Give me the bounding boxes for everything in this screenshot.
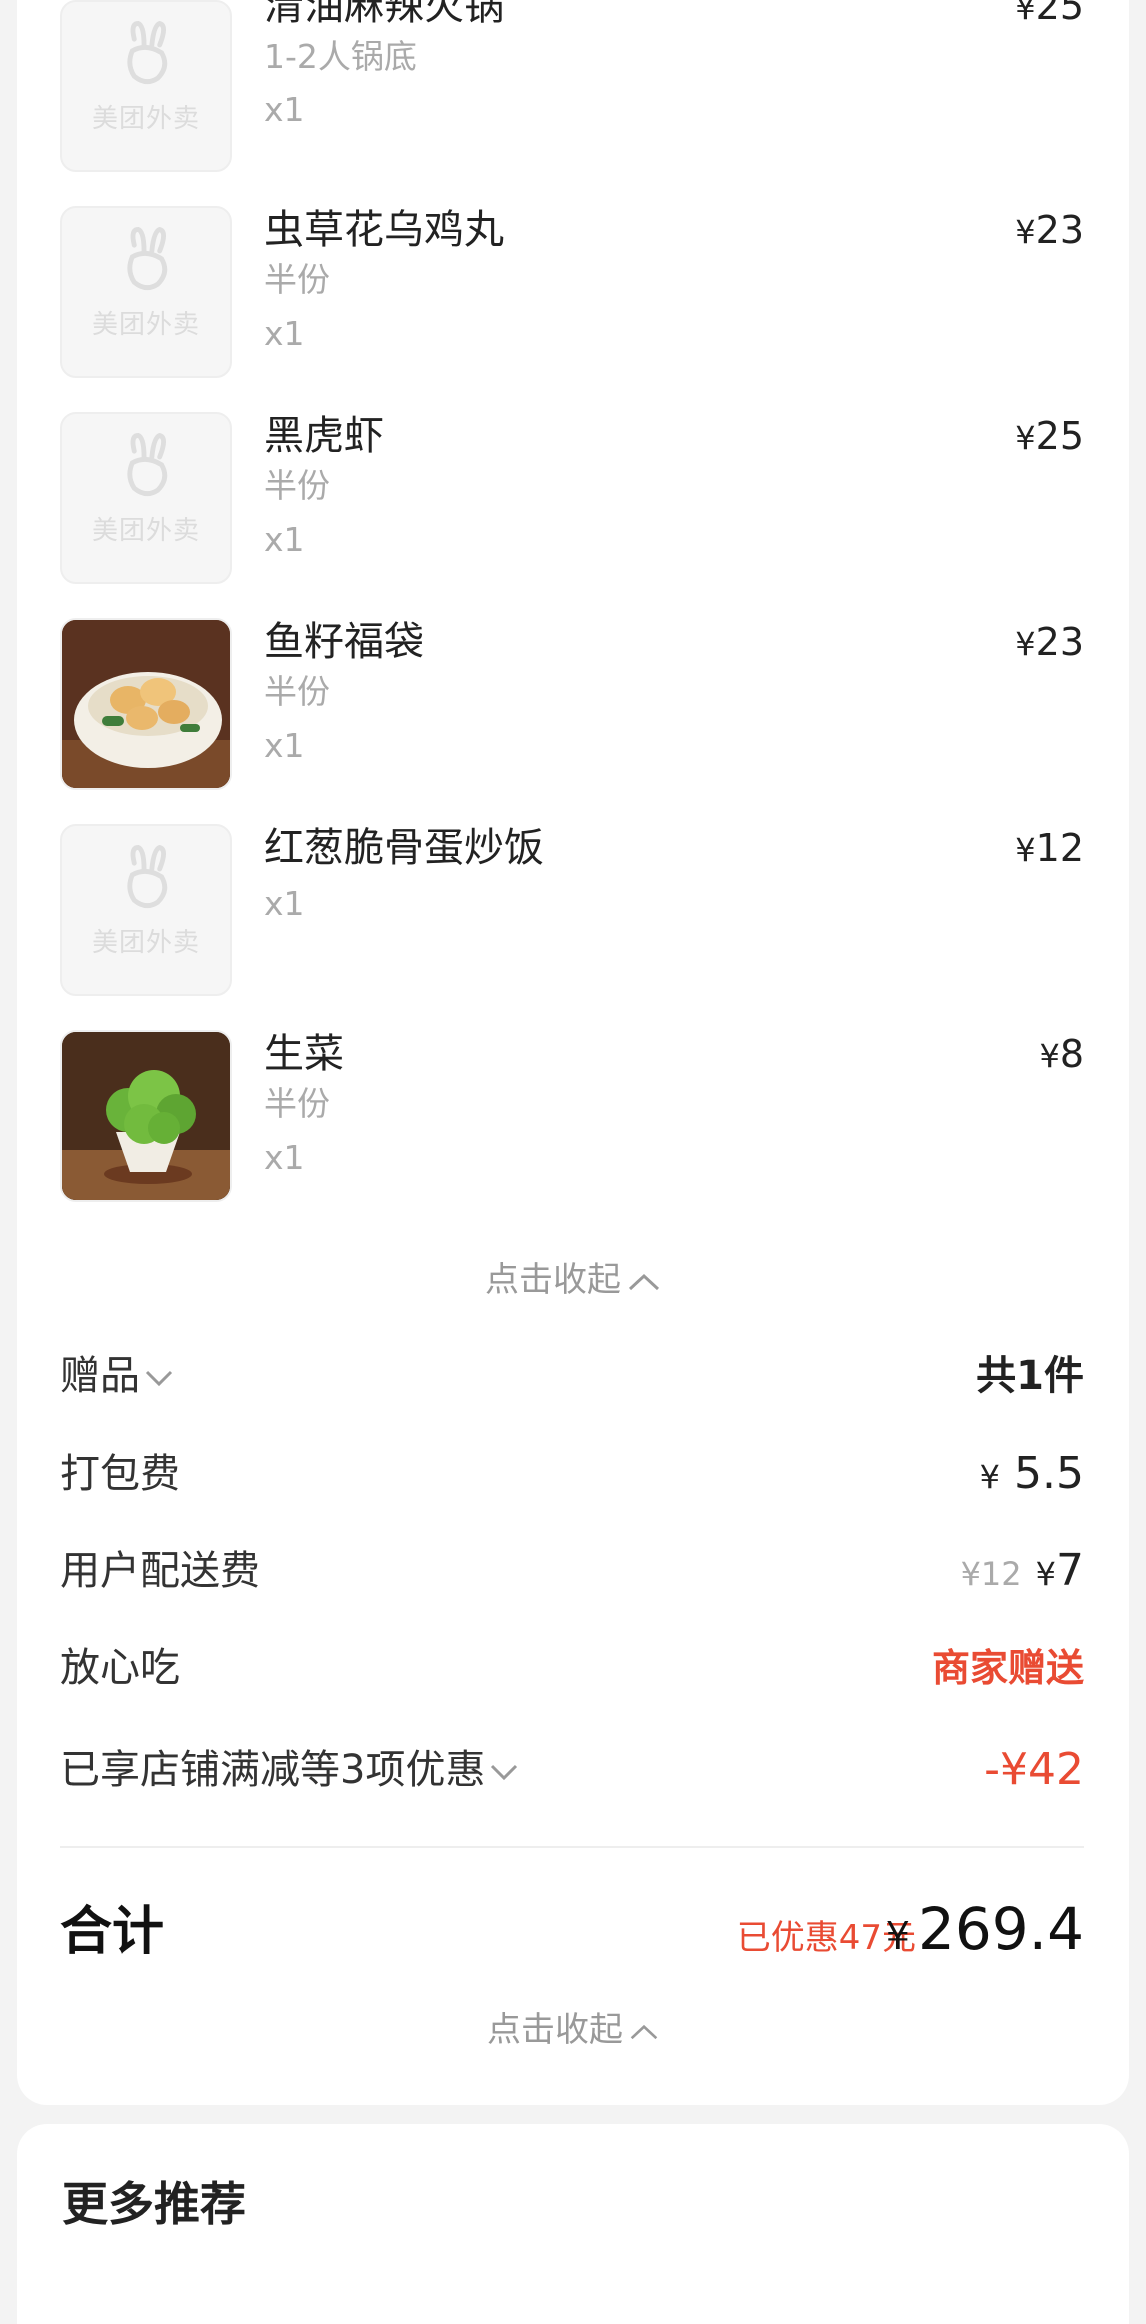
lettuce-cup-image — [62, 1032, 230, 1200]
item-image-placeholder: 美团外卖 — [60, 206, 232, 378]
meituan-rabbit-icon — [127, 432, 168, 497]
collapse-label: 点击收起 — [487, 2010, 623, 2050]
item-price: ¥23 — [1015, 208, 1084, 252]
packing-fee-value: ¥ 5.5 — [979, 1448, 1084, 1499]
item-price: ¥25 — [1015, 414, 1084, 458]
meituan-rabbit-icon — [127, 226, 168, 291]
chevron-up-icon — [630, 2024, 658, 2039]
delivery-fee-label: 用户配送费 — [60, 1548, 260, 1594]
placeholder-label: 美团外卖 — [91, 104, 200, 134]
gift-label: 赠品 — [60, 1346, 174, 1406]
collapse-details-button[interactable]: 点击收起 — [0, 2002, 1146, 2051]
meituan-rabbit-icon — [127, 20, 168, 85]
divider — [60, 1846, 1084, 1848]
collapse-label: 点击收起 — [485, 1260, 621, 1300]
item-name: 清油麻辣火锅 — [264, 0, 504, 29]
meituan-rabbit-icon — [127, 844, 168, 909]
worry-free-value: 商家赠送 — [931, 1646, 1084, 1690]
placeholder-label: 美团外卖 — [91, 310, 200, 340]
dumpling-bowl-image — [62, 620, 230, 788]
delivery-fee-row: 用户配送费 ¥12 ¥7 — [60, 1541, 1084, 1601]
item-name: 虫草花乌鸡丸 — [264, 207, 504, 253]
discount-value: -¥42 — [984, 1744, 1084, 1795]
item-price: ¥23 — [1015, 620, 1084, 664]
packing-fee-label: 打包费 — [60, 1451, 180, 1497]
total-amount: ¥269.4 — [885, 1895, 1084, 1963]
gift-row[interactable]: 赠品 共1件 — [60, 1346, 1084, 1406]
delivery-fee-value: ¥12 ¥7 — [960, 1545, 1084, 1596]
item-name: 鱼籽福袋 — [264, 619, 424, 665]
order-item[interactable]: 美团外卖 红葱脆骨蛋炒饭 x1 ¥12 — [60, 824, 1084, 996]
item-price: ¥25 — [1015, 0, 1084, 28]
gift-count: 共1件 — [976, 1353, 1084, 1399]
placeholder-label: 美团外卖 — [91, 928, 200, 958]
item-quantity: x1 — [264, 520, 305, 559]
item-image-placeholder: 美团外卖 — [60, 412, 232, 584]
chevron-down-icon — [145, 1370, 173, 1387]
order-item[interactable]: 美团外卖 黑虎虾 半份 x1 ¥25 — [60, 412, 1084, 584]
order-item[interactable]: 美团外卖 清油麻辣火锅 1-2人锅底 x1 ¥25 — [60, 0, 1084, 172]
chevron-up-icon — [628, 1273, 660, 1290]
item-price: ¥12 — [1015, 826, 1084, 870]
discount-row[interactable]: 已享店铺满减等3项优惠 -¥42 — [60, 1740, 1084, 1800]
item-quantity: x1 — [264, 884, 305, 923]
item-name: 生菜 — [264, 1031, 344, 1077]
chevron-down-icon — [491, 1764, 518, 1781]
order-item[interactable]: 鱼籽福袋 半份 x1 ¥23 — [60, 618, 1084, 790]
worry-free-label: 放心吃 — [60, 1645, 180, 1691]
item-spec: 半份 — [264, 1084, 330, 1123]
total-label: 合计 — [60, 1902, 165, 1962]
item-spec: 半份 — [264, 672, 330, 711]
item-photo — [60, 1030, 232, 1202]
item-quantity: x1 — [264, 314, 305, 353]
collapse-items-button[interactable]: 点击收起 — [0, 1252, 1146, 1301]
item-name: 黑虎虾 — [264, 413, 384, 459]
item-price: ¥8 — [1039, 1032, 1084, 1076]
more-recommendations-title: 更多推荐 — [62, 2177, 246, 2231]
item-quantity: x1 — [264, 1138, 305, 1177]
item-spec: 1-2人锅底 — [264, 37, 417, 76]
item-spec: 半份 — [264, 260, 330, 299]
packing-fee-row: 打包费 ¥ 5.5 — [60, 1444, 1084, 1504]
worry-free-row: 放心吃 商家赠送 — [60, 1638, 1084, 1698]
order-item[interactable]: 美团外卖 虫草花乌鸡丸 半份 x1 ¥23 — [60, 206, 1084, 378]
placeholder-label: 美团外卖 — [91, 516, 200, 546]
item-photo — [60, 618, 232, 790]
discount-label: 已享店铺满减等3项优惠 — [60, 1740, 519, 1800]
item-name: 红葱脆骨蛋炒饭 — [264, 825, 544, 871]
item-quantity: x1 — [264, 90, 305, 129]
item-image-placeholder: 美团外卖 — [60, 0, 232, 172]
order-item[interactable]: 生菜 半份 x1 ¥8 — [60, 1030, 1084, 1202]
item-spec: 半份 — [264, 466, 330, 505]
item-quantity: x1 — [264, 726, 305, 765]
delivery-original-price: ¥12 — [960, 1555, 1022, 1593]
item-image-placeholder: 美团外卖 — [60, 824, 232, 996]
